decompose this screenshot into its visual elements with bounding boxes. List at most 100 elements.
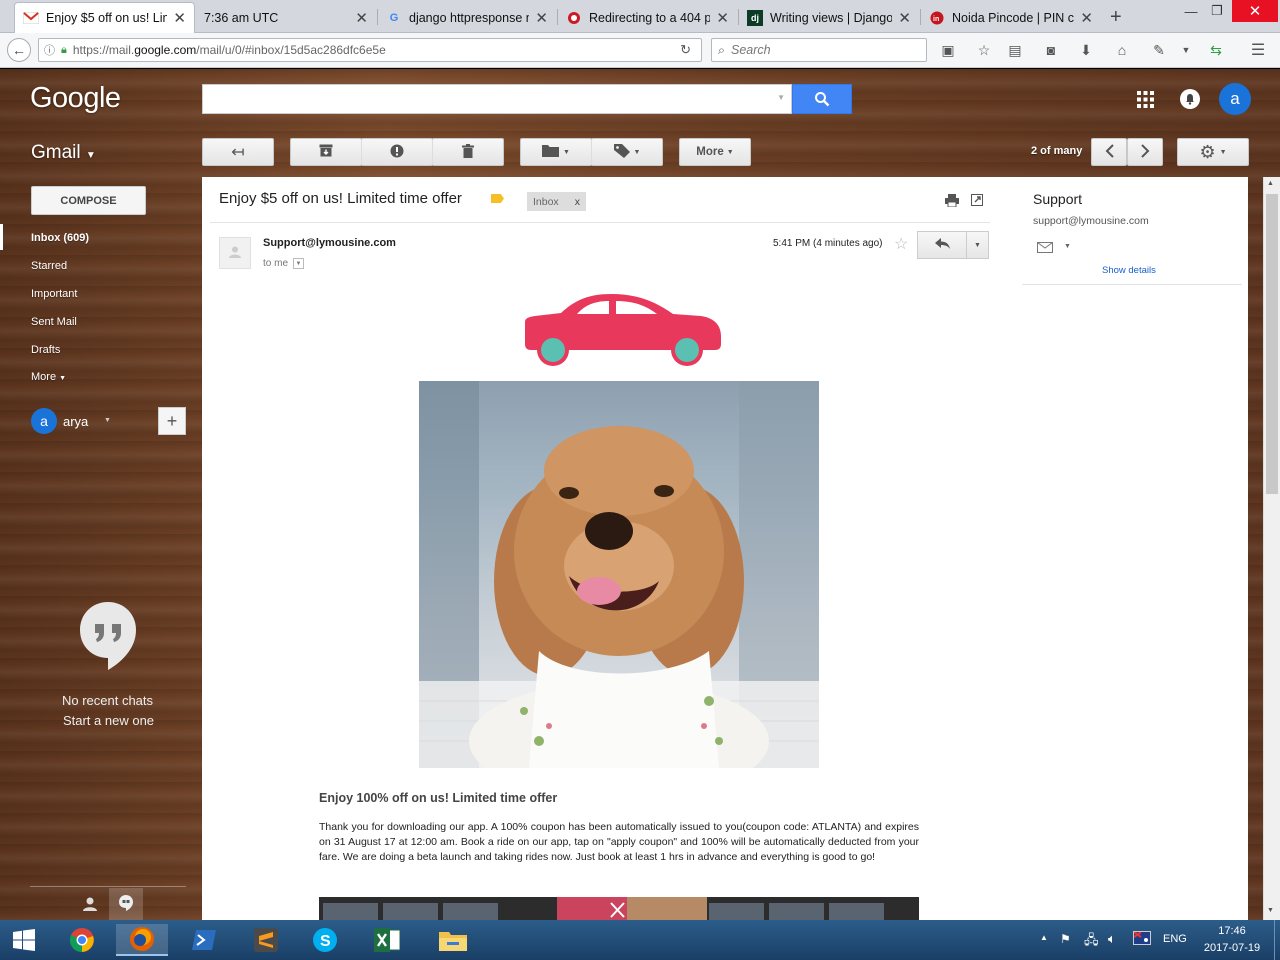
move-to-button[interactable]: ▼ [520,138,592,166]
network-icon[interactable]: 🖧︎ [1084,931,1099,953]
archive-button[interactable] [290,138,362,166]
info-icon[interactable]: ⓘ [44,42,55,58]
scrollbar-thumb[interactable] [1266,194,1278,494]
overflow-chevron-icon[interactable]: ▼ [1177,41,1195,59]
more-actions-button[interactable]: More ▼ [679,138,751,166]
url-bar[interactable]: ⓘ 🔒︎ https://mail.google.com/mail/u/0/#i… [38,38,702,62]
reload-icon[interactable]: ↻ [680,42,691,58]
hangouts-user-name[interactable]: arya [63,414,88,429]
sublime-text-icon[interactable] [240,924,292,956]
delete-button[interactable] [432,138,504,166]
tab-writing-views[interactable]: dj Writing views | Django ✕ [739,3,919,33]
remove-label-icon[interactable]: x [575,196,580,208]
show-details-chevron-icon[interactable]: ▼ [293,258,305,269]
gmail-app-switcher[interactable]: Gmail ▼ [31,142,96,164]
window-close-icon[interactable]: ✕ [1232,0,1278,22]
minimize-icon[interactable]: — [1178,0,1204,22]
notifications-bell-icon[interactable] [1180,89,1200,109]
older-button[interactable] [1127,138,1163,166]
contacts-tab[interactable] [75,890,105,920]
powershell-icon[interactable] [178,924,230,956]
labels-button[interactable]: ▼ [591,138,663,166]
clock-time[interactable]: 17:46 [1200,925,1264,937]
newer-button[interactable] [1091,138,1127,166]
tab-noida-pincode[interactable]: in Noida Pincode | PIN cc ✕ [921,3,1101,33]
sync-icon[interactable]: ⇆ [1207,41,1225,59]
page-scrollbar[interactable]: ▲ ▼ [1263,177,1280,920]
close-icon[interactable]: ✕ [716,9,729,27]
restore-icon[interactable]: ❐ [1204,0,1230,22]
sidebar-item-important[interactable]: Important [31,288,77,300]
sender-avatar[interactable] [219,237,251,269]
compose-button[interactable]: COMPOSE [31,186,146,215]
tab-time[interactable]: 7:36 am UTC ✕ [196,3,376,33]
tab-title: Enjoy $5 off on us! Lim [46,11,168,25]
show-desktop-button[interactable] [1274,920,1280,960]
hangouts-tab[interactable] [109,888,143,920]
new-window-icon[interactable] [971,194,983,209]
sidebar-item-more[interactable]: More ▼ [31,371,66,383]
contact-menu-chevron-icon[interactable]: ▼ [1064,243,1071,250]
clock-date[interactable]: 2017-07-19 [1200,942,1264,954]
close-icon[interactable]: ✕ [173,9,186,27]
sidebar-item-inbox[interactable]: Inbox (609) [31,232,89,244]
close-icon[interactable]: ✕ [1080,9,1093,27]
status-chevron-icon[interactable]: ▼ [104,417,111,424]
hangouts-avatar[interactable]: a [31,408,57,434]
close-icon[interactable]: ✕ [355,9,368,27]
email-contact-icon[interactable] [1037,242,1053,256]
show-details-link[interactable]: Show details [1102,265,1156,276]
browser-search-field[interactable]: ⌕ Search [711,38,927,62]
volume-icon[interactable]: 🔈︎ [1108,931,1116,947]
sidebar-item-sent-mail[interactable]: Sent Mail [31,316,77,328]
apps-grid-icon[interactable] [1137,91,1154,111]
home-icon[interactable]: ⌂ [1113,41,1131,59]
firefox-icon[interactable] [116,924,168,956]
pocket-icon[interactable]: ◙ [1042,41,1060,59]
chevron-right-icon [1140,143,1150,161]
importance-marker-icon[interactable] [491,194,504,203]
settings-button[interactable]: ⚙ ▼ [1177,138,1249,166]
contact-name[interactable]: Support [1033,191,1082,207]
new-hangout-button[interactable]: + [158,407,186,435]
excel-icon[interactable] [361,924,413,956]
gmail-search-button[interactable] [792,84,852,114]
flag-icon[interactable]: ⚑ [1060,932,1071,946]
tray-overflow-icon[interactable]: ▲ [1040,933,1048,942]
skype-icon[interactable]: S [299,924,351,956]
extension-icon[interactable]: ✎ [1150,41,1168,59]
close-icon[interactable]: ✕ [898,9,911,27]
tab-redirecting-404[interactable]: Redirecting to a 404 pa ✕ [558,3,737,33]
close-icon[interactable]: ✕ [535,9,548,27]
more-reply-options-chevron-icon[interactable]: ▼ [966,231,989,259]
windows-start-icon[interactable] [0,924,48,956]
account-avatar[interactable]: a [1219,83,1251,115]
language-indicator[interactable]: ENG [1163,933,1187,945]
search-options-chevron-icon[interactable]: ▼ [777,93,785,102]
sidebar-item-drafts[interactable]: Drafts [31,344,60,356]
download-icon[interactable]: ⬇ [1077,41,1095,59]
chrome-icon[interactable] [56,924,108,956]
reply-button[interactable] [917,231,967,259]
bookmark-star-icon[interactable]: ☆ [975,41,993,59]
reading-list-icon[interactable]: ▤ [1006,41,1024,59]
gmail-search-input[interactable]: ▼ [202,84,792,114]
star-icon[interactable]: ☆ [894,234,908,254]
tray-app-icon[interactable] [1133,931,1151,945]
scroll-up-icon[interactable]: ▲ [1267,180,1274,187]
back-icon[interactable]: ← [7,38,31,62]
report-spam-button[interactable] [361,138,433,166]
screenshot-icon[interactable]: ▣ [939,41,957,59]
google-logo[interactable]: Google [30,82,121,115]
start-new-chat-link[interactable]: Start a new one [0,713,217,728]
menu-icon[interactable]: ☰ [1249,41,1267,59]
tab-django-httpresponse[interactable]: G django httpresponse n ✕ [378,3,556,33]
scroll-down-icon[interactable]: ▼ [1267,907,1274,914]
new-tab-icon[interactable]: + [1110,6,1122,29]
sidebar-item-starred[interactable]: Starred [31,260,67,272]
sender-email[interactable]: Support@lymousine.com [263,237,396,249]
print-icon[interactable] [945,194,959,210]
file-explorer-icon[interactable] [427,924,479,956]
tab-gmail[interactable]: Enjoy $5 off on us! Lim ✕ [14,2,195,33]
back-to-inbox-button[interactable]: ↤ [202,138,274,166]
